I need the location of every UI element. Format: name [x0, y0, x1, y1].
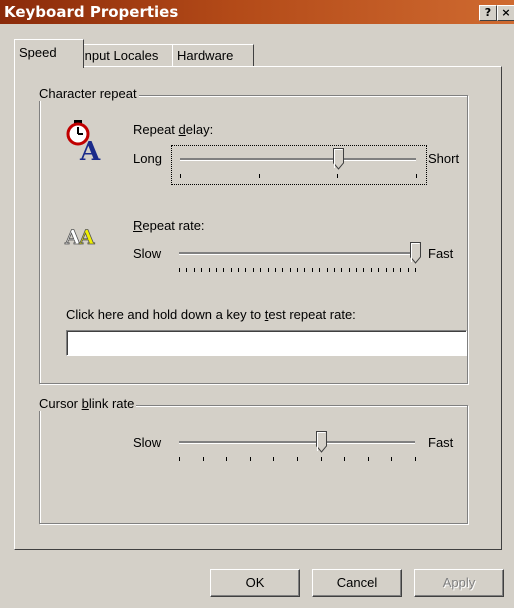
tab-hardware[interactable]: Hardware: [172, 44, 254, 67]
slider-tick: [282, 268, 283, 272]
cursor-blink-track: [179, 441, 415, 444]
help-button[interactable]: ?: [479, 5, 497, 21]
slider-tick: [408, 268, 409, 272]
slider-tick: [223, 268, 224, 272]
slider-tick: [268, 268, 269, 272]
cursor-blink-right-label: Fast: [428, 435, 454, 450]
svg-text:A: A: [79, 137, 101, 162]
slider-tick: [250, 457, 251, 461]
tab-speed-label: Speed: [19, 45, 57, 60]
slider-tick: [273, 457, 274, 461]
slider-tick: [304, 268, 305, 272]
slider-tick: [201, 268, 202, 272]
slider-tick: [415, 268, 416, 272]
slider-tick: [391, 457, 392, 461]
cursor-blink-group-label: Cursor blink rate: [37, 396, 137, 411]
slider-tick: [312, 268, 313, 272]
slider-tick: [259, 174, 260, 178]
slider-tick: [363, 268, 364, 272]
slider-tick: [378, 268, 379, 272]
double-letter-a-icon: A A: [64, 222, 104, 250]
slider-tick: [245, 268, 246, 272]
slider-tick: [297, 457, 298, 461]
slider-tick: [203, 457, 204, 461]
ok-button[interactable]: OK: [210, 569, 300, 597]
slider-tick: [275, 268, 276, 272]
window-title: Keyboard Properties: [4, 3, 179, 21]
repeat-delay-label: Repeat delay:: [133, 122, 214, 137]
slider-tick: [186, 268, 187, 272]
tab-speed[interactable]: Speed: [14, 39, 84, 68]
stopwatch-letter-a-icon: A: [66, 118, 106, 167]
repeat-rate-track: [179, 252, 415, 255]
slider-tick: [337, 174, 338, 178]
repeat-delay-track: [180, 158, 416, 161]
slider-tick: [368, 457, 369, 461]
slider-tick: [319, 268, 320, 272]
cancel-button[interactable]: Cancel: [312, 569, 402, 597]
slider-tick: [371, 268, 372, 272]
test-repeat-input[interactable]: [66, 330, 467, 356]
tab-input-locales[interactable]: Input Locales: [76, 44, 178, 67]
cursor-blink-left-label: Slow: [133, 435, 162, 450]
slider-tick: [253, 268, 254, 272]
slider-tick: [341, 268, 342, 272]
slider-tick: [393, 268, 394, 272]
slider-tick: [290, 268, 291, 272]
slider-tick: [226, 457, 227, 461]
repeat-delay-left-label: Long: [133, 151, 162, 166]
slider-tick: [321, 457, 322, 461]
tab-hardware-label: Hardware: [177, 48, 234, 63]
slider-tick: [416, 174, 417, 178]
slider-tick: [297, 268, 298, 272]
slider-tick: [415, 457, 416, 461]
svg-text:A: A: [78, 225, 95, 248]
repeat-rate-right-label: Fast: [428, 246, 454, 261]
repeat-rate-label: Repeat rate:: [133, 218, 205, 233]
slider-tick: [327, 268, 328, 272]
close-button[interactable]: ×: [497, 5, 514, 21]
slider-tick: [400, 268, 401, 272]
slider-tick: [334, 268, 335, 272]
slider-tick: [231, 268, 232, 272]
character-repeat-group-label: Character repeat: [37, 86, 139, 101]
slider-tick: [238, 268, 239, 272]
slider-tick: [216, 268, 217, 272]
slider-tick: [344, 457, 345, 461]
repeat-delay-right-label: Short: [428, 151, 460, 166]
slider-tick: [179, 457, 180, 461]
cursor-blink-slider[interactable]: [171, 429, 425, 467]
repeat-rate-slider[interactable]: [171, 240, 425, 278]
tab-input-locales-label: Input Locales: [81, 48, 159, 63]
repeat-delay-slider[interactable]: [171, 145, 427, 185]
slider-tick: [356, 268, 357, 272]
slider-tick: [349, 268, 350, 272]
slider-tick: [194, 268, 195, 272]
slider-tick: [179, 268, 180, 272]
title-bar: Keyboard Properties ? ×: [0, 0, 514, 24]
test-repeat-prompt: Click here and hold down a key to test r…: [66, 307, 356, 322]
slider-tick: [209, 268, 210, 272]
slider-tick: [180, 174, 181, 178]
apply-button[interactable]: Apply: [414, 569, 504, 597]
slider-tick: [260, 268, 261, 272]
repeat-rate-left-label: Slow: [133, 246, 162, 261]
slider-tick: [386, 268, 387, 272]
